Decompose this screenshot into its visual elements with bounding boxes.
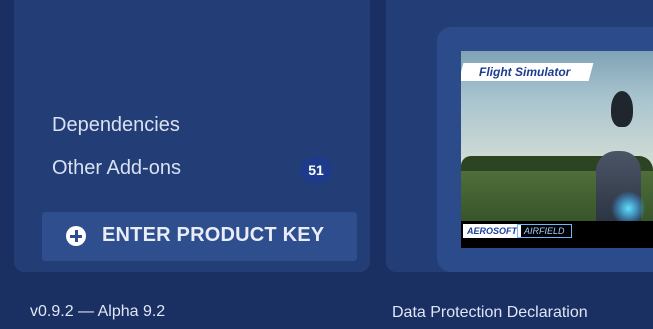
flight-simulator-logo: Flight Simulator — [479, 65, 571, 79]
sidebar-item-other-addons[interactable]: Other Add-ons — [52, 157, 181, 180]
count-badge: 51 — [300, 157, 332, 183]
brand-aerosoft: AEROSOFT — [463, 224, 522, 238]
data-protection-link[interactable]: Data Protection Declaration — [392, 304, 588, 322]
bird-silhouette — [611, 91, 633, 127]
version-label: v0.9.2 — Alpha 9.2 — [30, 303, 166, 320]
product-thumbnail[interactable]: Flight Simulator AEROSOFT AIRFIELD — [461, 51, 653, 248]
sidebar-item-dependencies[interactable]: Dependencies — [52, 114, 180, 137]
brand-airfield: AIRFIELD — [517, 224, 572, 238]
enter-product-key-label: ENTER PRODUCT KEY — [102, 224, 325, 246]
enter-product-key-button[interactable]: ENTER PRODUCT KEY — [42, 212, 357, 261]
plus-circle-icon — [66, 226, 86, 246]
